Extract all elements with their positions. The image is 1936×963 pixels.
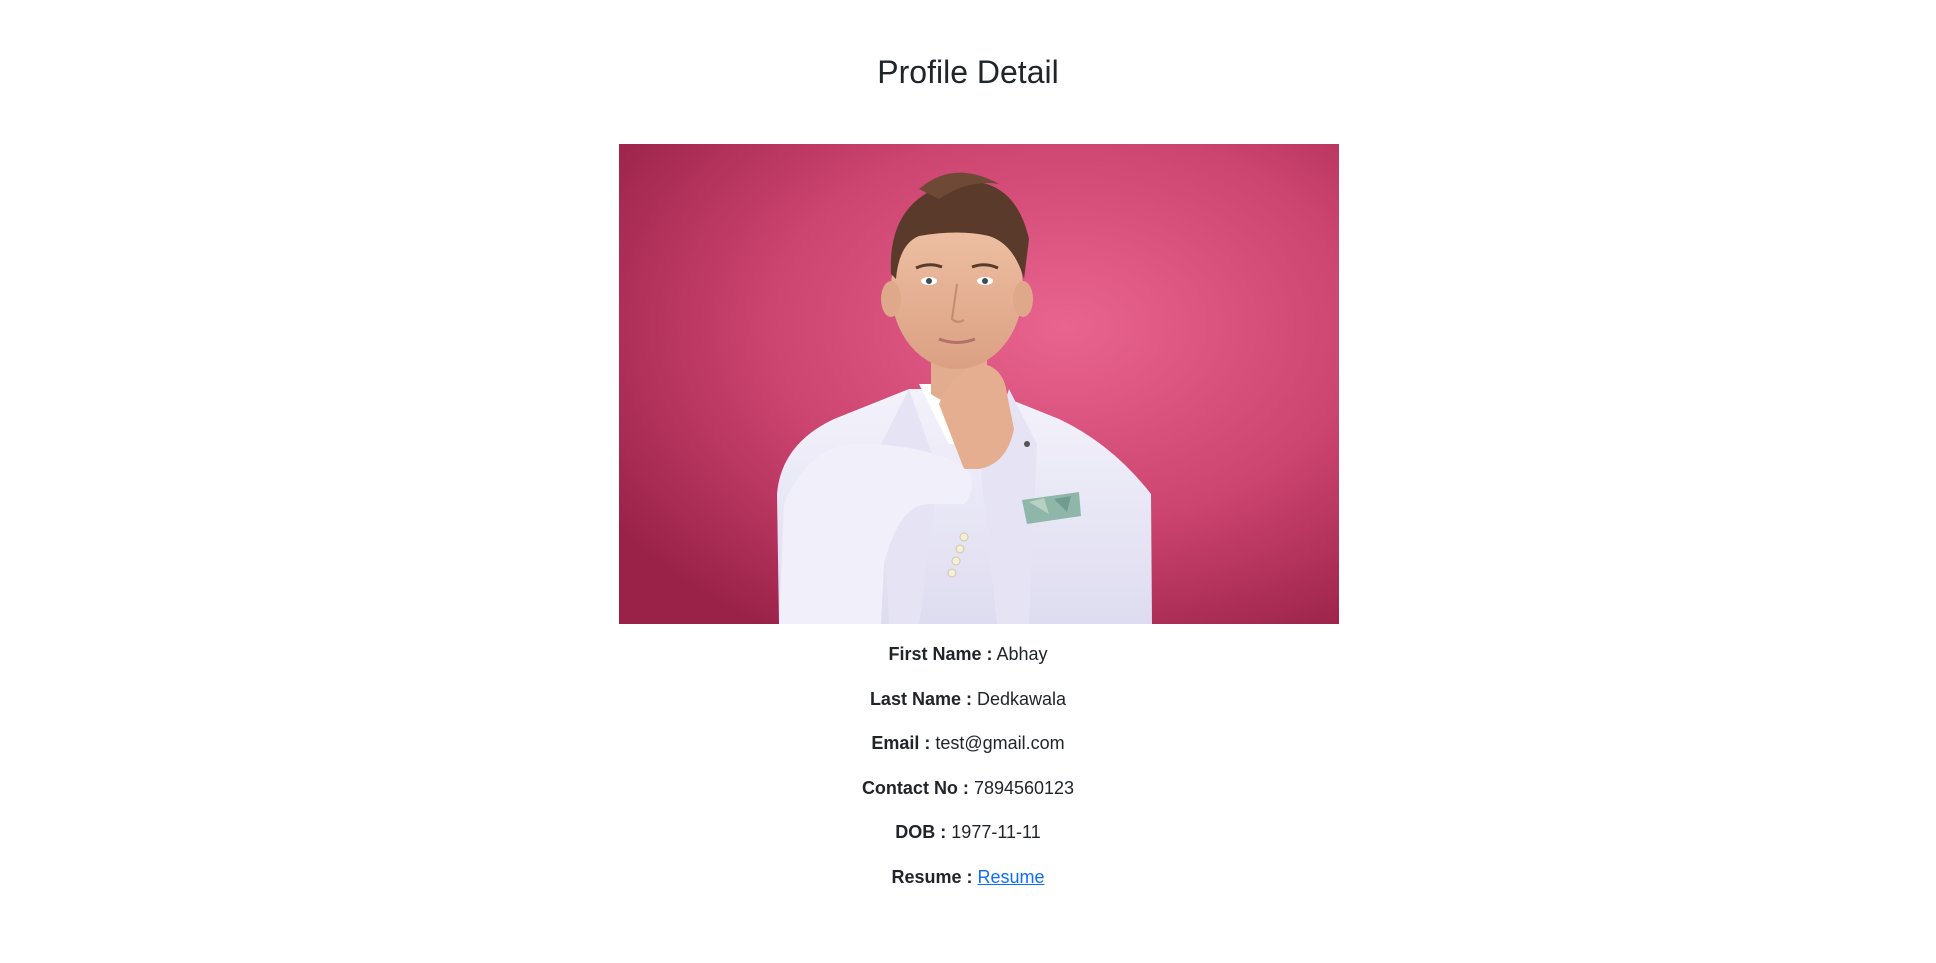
resume-row: Resume : Resume	[0, 865, 1936, 889]
last-name-value: Dedkawala	[977, 688, 1067, 709]
last-name-row: Last Name : Dedkawala	[0, 687, 1936, 711]
last-name-label: Last Name :	[869, 688, 972, 709]
contact-no-row: Contact No : 7894560123	[0, 776, 1936, 800]
resume-label: Resume :	[891, 866, 973, 887]
page-title: Profile Detail	[877, 54, 1059, 90]
contact-no-label: Contact No :	[861, 777, 969, 798]
resume-link[interactable]: Resume	[978, 867, 1045, 887]
dob-row: DOB : 1977-11-11	[0, 820, 1936, 844]
dob-label: DOB :	[895, 822, 947, 842]
profile-photo	[619, 144, 1339, 624]
first-name-label: First Name :	[888, 644, 993, 664]
first-name-value: Abhay	[996, 644, 1048, 664]
contact-no-value: 7894560123	[973, 777, 1075, 798]
profile-details: First Name : Abhay Last Name : Dedkawala…	[0, 642, 1936, 909]
email-label: Email :	[871, 733, 931, 753]
dob-value: 1977-11-11	[951, 822, 1041, 842]
first-name-row: First Name : Abhay	[0, 642, 1936, 666]
email-value: test@gmail.com	[935, 733, 1065, 753]
profile-page: Profile Detail First Name: Abhay Last N…	[0, 0, 1936, 963]
email-row: Email : test@gmail.com	[0, 731, 1936, 755]
